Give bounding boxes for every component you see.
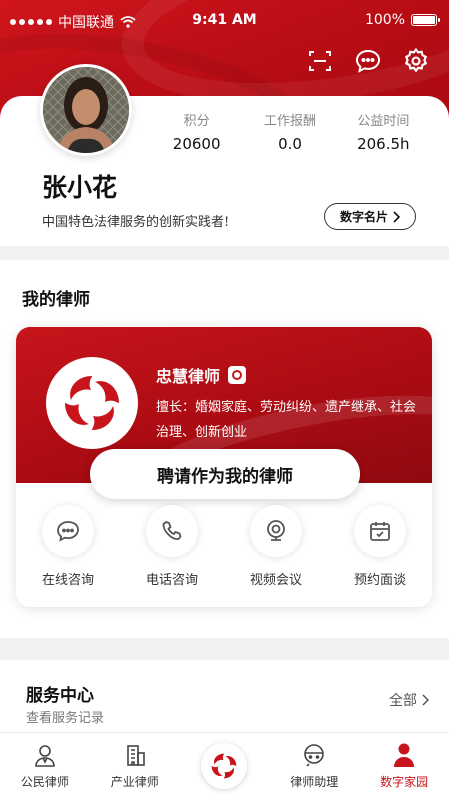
lawyer-name-text: 忠慧律师: [156, 367, 221, 386]
tab-label: 公民律师: [20, 775, 69, 789]
tab-industry-lawyer[interactable]: 产业律师: [90, 733, 180, 800]
header-actions: [305, 46, 431, 76]
action-video-meeting[interactable]: 视频会议: [224, 505, 328, 588]
chevron-right-icon: [422, 694, 429, 706]
service-all-link[interactable]: 全部: [389, 690, 429, 710]
stat-label: 公益时间: [357, 114, 410, 129]
calendar-icon: [354, 505, 406, 557]
chat-bubble-icon: [42, 505, 94, 557]
scan-icon[interactable]: [305, 46, 335, 76]
webcam-icon: [250, 505, 302, 557]
user-icon: [390, 741, 418, 769]
tab-digital-home[interactable]: 数字家园: [359, 733, 449, 800]
stat-public-hours[interactable]: 公益时间 206.5h: [337, 110, 430, 153]
status-bar: 中国联通 9:41 AM 100%: [0, 0, 449, 40]
service-all-label: 全部: [389, 693, 417, 709]
verified-badge-icon: [228, 366, 247, 384]
assistant-icon: [300, 741, 328, 769]
tab-label: 律师助理: [290, 775, 339, 789]
tab-lawyer-assistant[interactable]: 律师助理: [269, 733, 359, 800]
action-phone-consult[interactable]: 电话咨询: [120, 505, 224, 588]
battery-label: 100%: [364, 12, 405, 28]
battery-icon: [411, 14, 440, 26]
app-logo-icon: [201, 743, 248, 789]
citizen-lawyer-icon: [31, 741, 59, 769]
tab-label: 产业律师: [110, 775, 159, 789]
my-lawyer-title: 我的律师: [22, 290, 90, 310]
bottom-tab-bar: 公民律师 产业律师 律师助理 数字家园: [0, 732, 449, 800]
action-label: 电话咨询: [145, 573, 198, 588]
lawyer-name: 忠慧律师: [156, 363, 247, 387]
lawyer-specialty: 擅长：婚姻家庭、劳动纠纷、遗产继承、社会治理、创新创业: [156, 400, 417, 440]
hire-lawyer-button[interactable]: 聘请作为我的律师: [90, 449, 360, 499]
lawyer-logo-icon: [46, 357, 138, 449]
status-right: 100%: [364, 12, 440, 28]
user-name: 张小花: [42, 173, 118, 202]
stat-label: 积分: [183, 114, 210, 129]
settings-icon[interactable]: [401, 46, 431, 76]
stat-value: 20600: [172, 135, 221, 153]
tab-home-logo[interactable]: [180, 733, 270, 800]
user-bio: 中国特色法律服务的创新实践者!: [42, 215, 230, 230]
stat-value: 206.5h: [357, 135, 410, 153]
action-label: 预约面谈: [353, 573, 406, 588]
phone-icon: [146, 505, 198, 557]
digital-card-button[interactable]: 数字名片: [324, 203, 416, 230]
tab-citizen-lawyer[interactable]: 公民律师: [0, 733, 90, 800]
lawyer-actions: 在线咨询 电话咨询 视频会议 预约面谈: [16, 505, 432, 588]
digital-card-label: 数字名片: [339, 210, 388, 224]
service-center-subtitle: 查看服务记录: [26, 711, 105, 726]
chat-icon[interactable]: [353, 46, 383, 76]
action-label: 在线咨询: [41, 573, 94, 588]
stat-points[interactable]: 积分 20600: [150, 110, 243, 153]
profile-stats: 积分 20600 工作报酬 0.0 公益时间 206.5h: [150, 110, 430, 153]
action-label: 视频会议: [249, 573, 302, 588]
tab-label: 数字家园: [380, 775, 429, 789]
stat-label: 工作报酬: [263, 114, 316, 129]
building-icon: [121, 741, 149, 769]
avatar[interactable]: [40, 64, 132, 156]
service-center-title: 服务中心: [26, 686, 94, 706]
action-appointment[interactable]: 预约面谈: [328, 505, 432, 588]
stat-value: 0.0: [278, 135, 302, 153]
stat-pay[interactable]: 工作报酬 0.0: [243, 110, 336, 153]
chevron-right-icon: [393, 210, 400, 223]
action-online-consult[interactable]: 在线咨询: [16, 505, 120, 588]
lawyer-card[interactable]: 忠慧律师 擅长：婚姻家庭、劳动纠纷、遗产继承、社会治理、创新创业 聘请作为我的律…: [16, 327, 432, 607]
